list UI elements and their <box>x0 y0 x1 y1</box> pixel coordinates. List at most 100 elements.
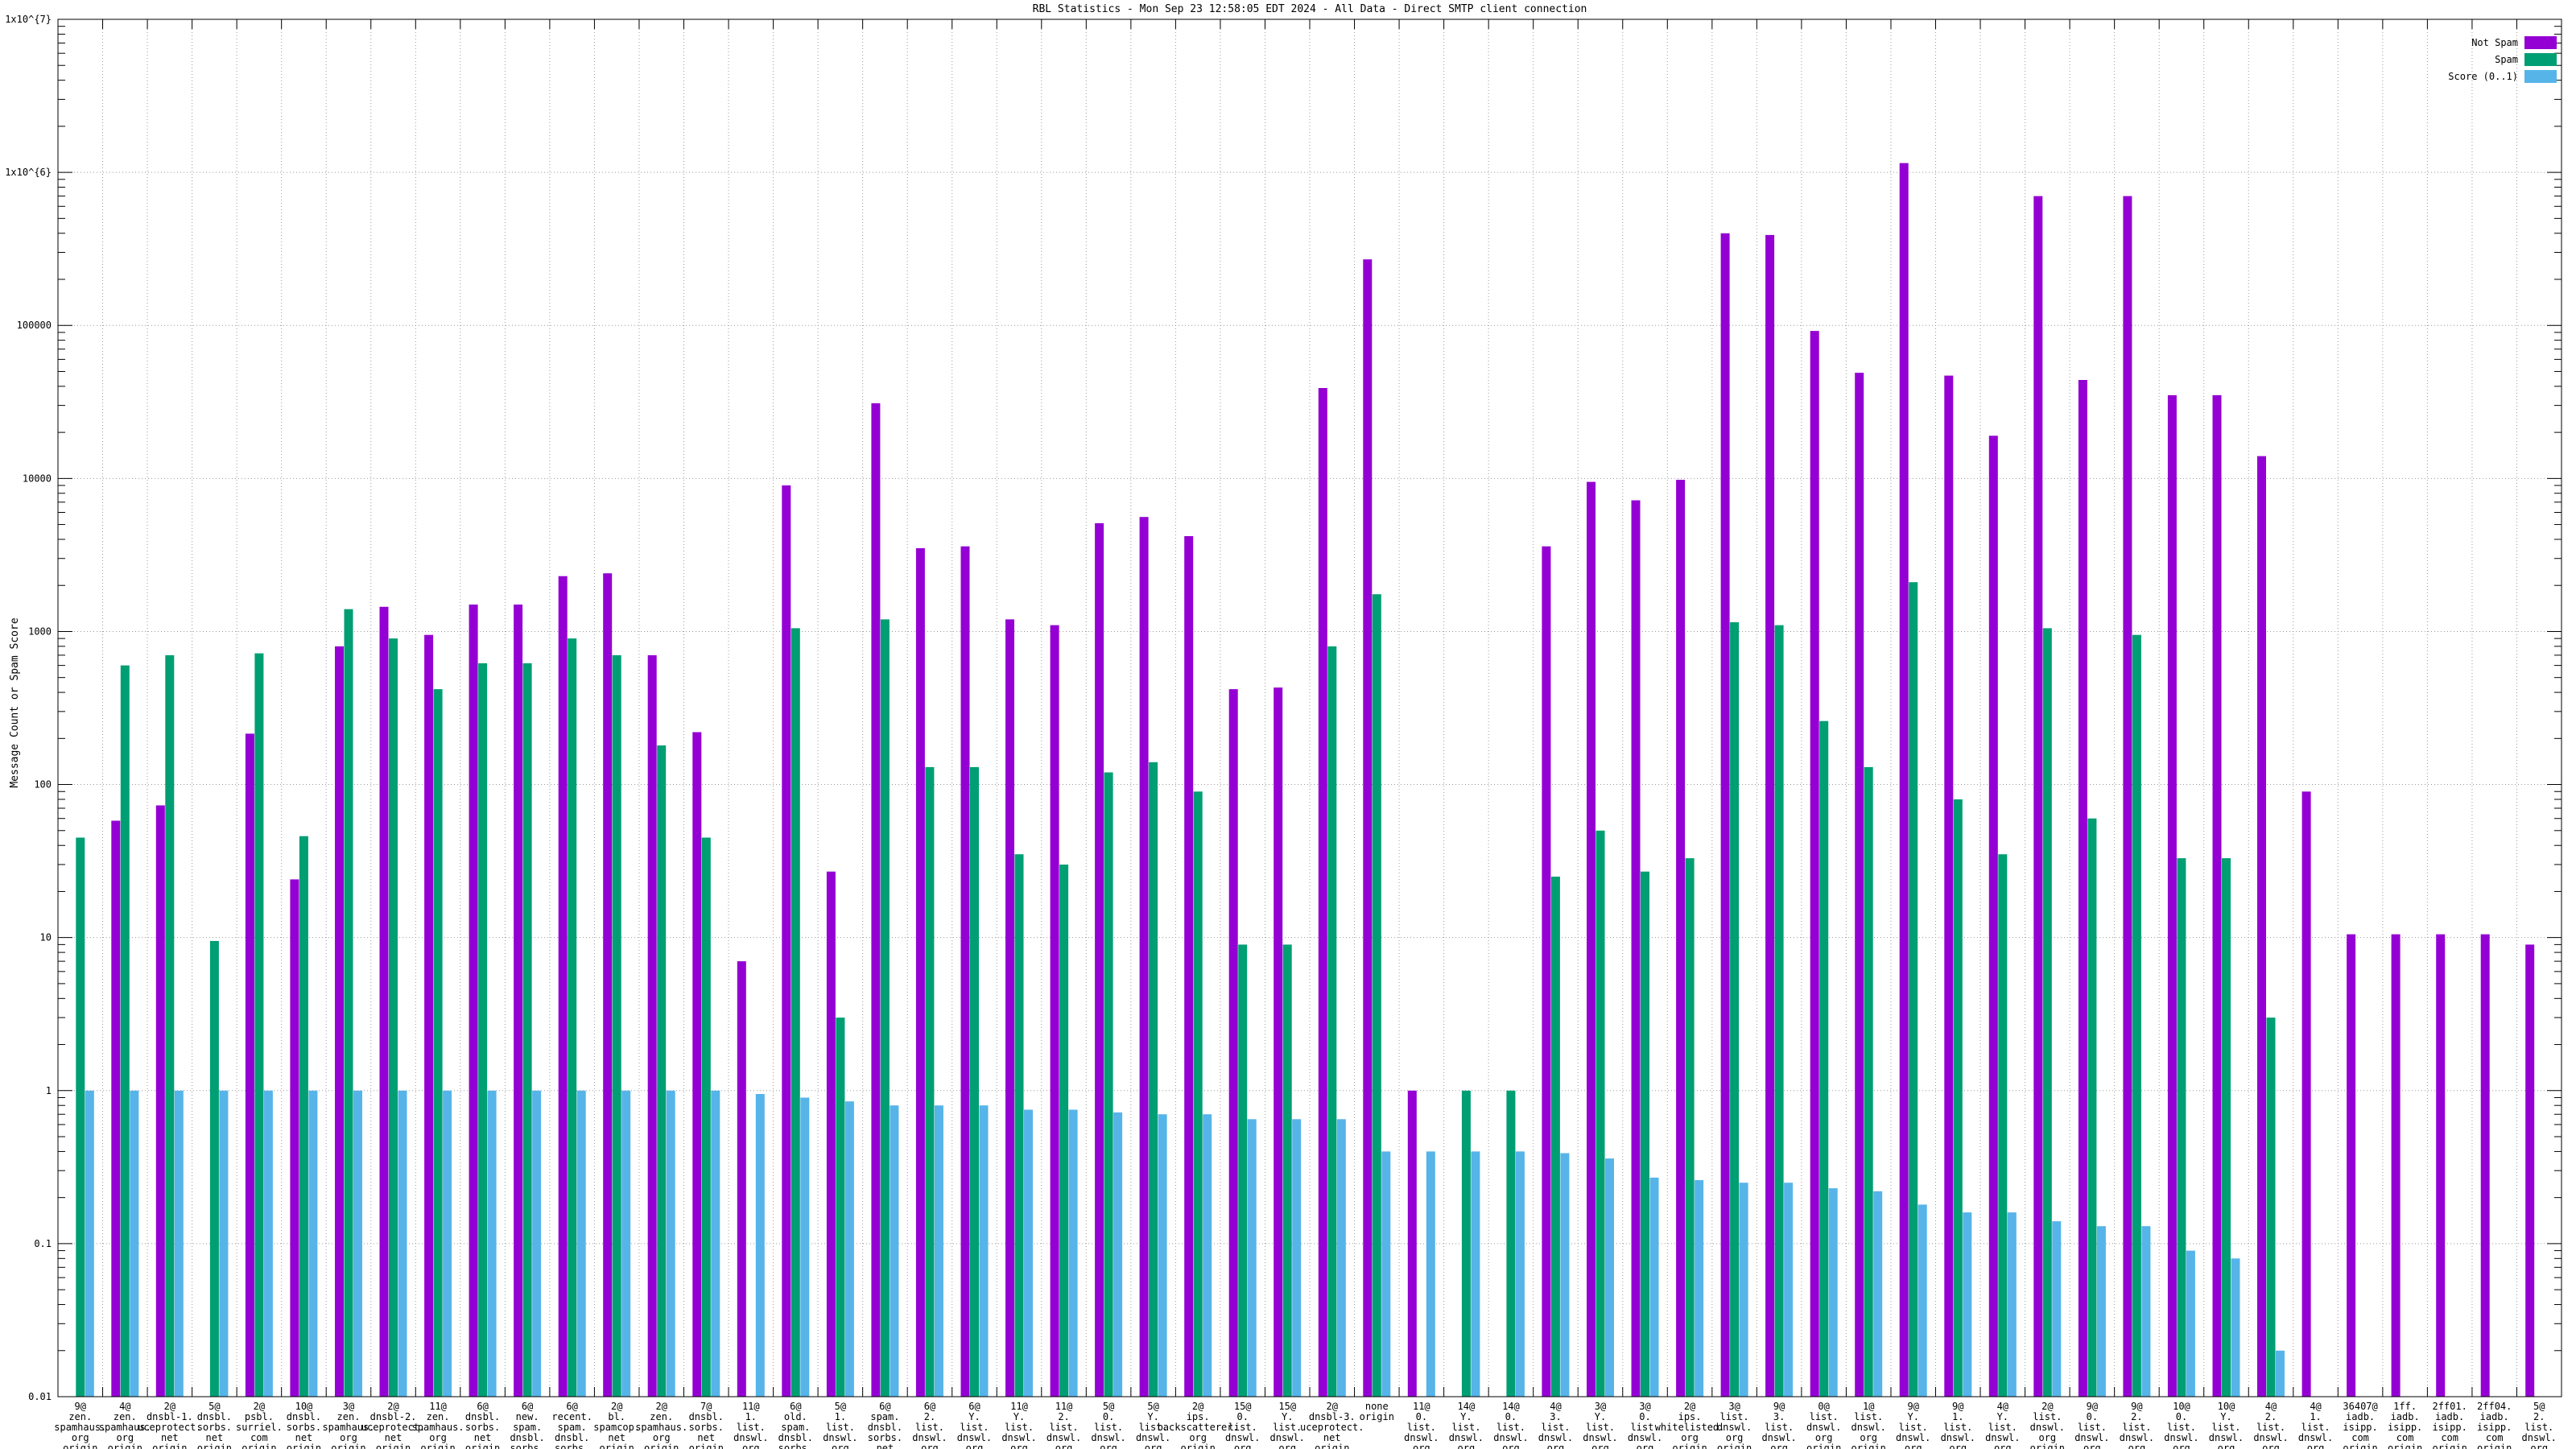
x-tick-label: sorbs. <box>465 1422 500 1433</box>
x-tick-label: com <box>2441 1432 2458 1443</box>
x-tick-label: dnsbl. <box>555 1432 589 1443</box>
x-tick-label: 2ff01. <box>2432 1401 2467 1412</box>
x-tick-label: org <box>1994 1443 2012 1449</box>
x-tick-label: iadb. <box>2346 1411 2375 1422</box>
x-tick-label: origin <box>287 1443 321 1449</box>
x-tick-label: sorbs. <box>689 1422 724 1433</box>
bar-spam <box>612 654 621 1397</box>
x-tick-label: zen. <box>650 1411 673 1422</box>
x-tick-label: 3@ <box>1595 1401 1606 1412</box>
x-tick-label: org <box>2307 1443 2325 1449</box>
bar-score <box>1471 1151 1480 1397</box>
rbl-statistics-chart: 9@zen.spamhaus.orgorigin4@zen.spamhaus.o… <box>5 3 2562 1449</box>
bar-score <box>934 1105 943 1397</box>
legend-label: Score (0..1) <box>2448 71 2518 82</box>
bar-score <box>263 1090 273 1397</box>
bar-not-spam <box>647 654 657 1397</box>
bar-spam <box>970 766 979 1397</box>
bar-spam <box>1059 865 1069 1397</box>
x-tick-label: Y. <box>2220 1411 2231 1422</box>
x-tick-label: dnswl. <box>1628 1432 1662 1443</box>
x-tick-label: uceprotect. <box>1300 1422 1364 1433</box>
bar-score <box>1203 1114 1212 1397</box>
bar-group <box>1506 1090 1525 1397</box>
bar-group <box>2525 944 2535 1397</box>
bar-spam <box>1953 799 1963 1397</box>
x-tick-label: dnsbl-1. <box>147 1411 193 1422</box>
x-tick-label: Y. <box>1147 1411 1158 1422</box>
x-tick-label: origin <box>644 1443 679 1449</box>
x-tick-label: 9@ <box>2087 1401 2098 1412</box>
x-tick-label: zen. <box>68 1411 92 1422</box>
bar-spam <box>1327 646 1337 1397</box>
bar-group <box>379 606 407 1397</box>
bar-group <box>514 605 542 1397</box>
x-tick-label: 9@ <box>1908 1401 1919 1412</box>
bar-score <box>1873 1191 1883 1397</box>
bar-group <box>2257 456 2285 1397</box>
x-tick-label: zen. <box>114 1411 137 1422</box>
x-tick-label: org <box>1770 1443 1788 1449</box>
x-tick-label: dnswl. <box>1001 1432 1036 1443</box>
x-tick-label: dnswl. <box>2030 1422 2065 1433</box>
bar-spam <box>1149 762 1158 1397</box>
bar-spam <box>209 940 219 1397</box>
x-tick-label: org <box>1100 1443 1117 1449</box>
x-tick-label: 10@ <box>2218 1401 2235 1412</box>
x-tick-label: list. <box>2256 1422 2285 1433</box>
y-tick-label: 0.1 <box>34 1238 52 1249</box>
bar-not-spam <box>2212 394 2222 1397</box>
bar-spam <box>522 663 532 1397</box>
bar-score <box>487 1090 497 1397</box>
x-tick-label: list. <box>826 1422 855 1433</box>
x-tick-label: old. <box>784 1411 807 1422</box>
x-tick-label: origin <box>1852 1443 1886 1449</box>
x-tick-label: 14@ <box>1502 1401 1520 1412</box>
bar-spam <box>657 745 667 1397</box>
x-tick-label: 6@ <box>924 1401 935 1412</box>
bar-group <box>424 634 452 1397</box>
bar-group <box>2391 934 2401 1397</box>
x-tick-label: org <box>116 1432 134 1443</box>
x-tick-label: 36407@ <box>2343 1401 2377 1412</box>
bar-group <box>111 665 139 1397</box>
x-tick-label: 2ff04. <box>2477 1401 2512 1412</box>
x-tick-label: 4@ <box>2310 1401 2321 1412</box>
bar-not-spam <box>111 820 121 1397</box>
bar-not-spam <box>2347 934 2356 1397</box>
bar-score <box>174 1090 184 1397</box>
bar-group <box>1988 436 2017 1397</box>
x-tick-label: 0. <box>1236 1411 1248 1422</box>
x-tick-label: Y. <box>1595 1411 1606 1422</box>
x-tick-label: dnsbl. <box>465 1411 500 1422</box>
x-tick-label: org <box>429 1432 447 1443</box>
x-tick-label: 7@ <box>700 1401 712 1412</box>
bar-group <box>1899 163 1927 1397</box>
x-tick-label: dnswl. <box>1717 1422 1752 1433</box>
bar-spam <box>2042 628 2052 1397</box>
x-tick-label: 1@ <box>1863 1401 1874 1412</box>
x-tick-label: origin <box>2030 1443 2065 1449</box>
bar-score <box>85 1090 94 1397</box>
bar-group <box>1139 517 1167 1397</box>
x-tick-label: dnswl. <box>1449 1432 1484 1443</box>
x-tick-label: 3. <box>1773 1411 1785 1422</box>
y-tick-label: 0.01 <box>28 1391 52 1402</box>
bar-group <box>290 836 318 1397</box>
bar-not-spam <box>1855 373 1864 1397</box>
bar-group <box>1855 373 1883 1397</box>
x-tick-label: isipp. <box>2477 1422 2512 1433</box>
x-tick-label: sorbs. <box>287 1422 321 1433</box>
legend-entry: Not Spam <box>2471 36 2557 49</box>
bar-spam <box>76 837 85 1397</box>
x-tick-label: org <box>1234 1443 1252 1449</box>
bar-score <box>2231 1258 2240 1397</box>
bar-group <box>826 871 854 1397</box>
x-tick-label: spam. <box>558 1422 587 1433</box>
bar-not-spam <box>915 548 925 1397</box>
bar-score <box>1605 1158 1614 1397</box>
bar-not-spam <box>782 485 791 1397</box>
bar-score <box>1963 1212 1972 1397</box>
bar-group <box>209 940 229 1397</box>
x-tick-label: dnswl. <box>1136 1432 1170 1443</box>
